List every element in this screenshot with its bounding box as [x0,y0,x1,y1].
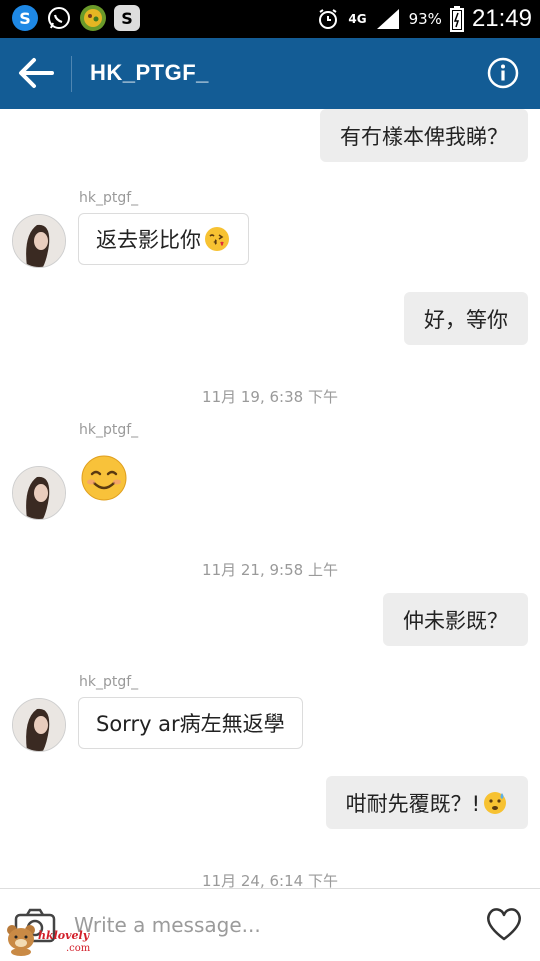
game-app-icon [80,5,106,31]
header-divider [71,56,72,92]
bear-mascot-icon [7,925,35,956]
kissing-heart-emoji [205,227,229,251]
status-indicators: 4G 93% 21:49 [316,2,532,36]
s-app-icon: S [114,5,140,31]
message-text: 咁耐先覆既？! [345,791,480,816]
notification-icons: S S [12,5,140,31]
message-text: 返去影比你 [96,228,201,252]
watermark-logo: hklovely .com [4,920,96,960]
skype-icon: S [12,5,38,31]
message-composer: hklovely .com [0,888,540,961]
sender-name: hk_ptgf_ [79,190,139,206]
smiling-face-emoji[interactable] [80,454,128,502]
outgoing-message[interactable]: 仲未影既？ [383,593,528,646]
message-text: 仲未影既？ [403,608,508,633]
whatsapp-icon [46,5,72,31]
avatar[interactable] [12,466,66,520]
network-type: 4G [348,12,367,26]
watermark-suffix: .com [66,943,91,954]
message-input[interactable] [72,909,456,941]
battery-percentage: 93% [408,10,442,28]
timestamp: 11月 21, 9:58 上午 [202,561,338,579]
timestamp: 11月 24, 6:14 下午 [202,872,338,888]
sender-name: hk_ptgf_ [79,674,139,690]
avatar[interactable] [12,214,66,268]
message-text: 有冇樣本俾我睇？ [340,124,508,149]
watermark-text: hklovely [38,929,90,942]
back-arrow-icon[interactable] [16,56,56,90]
avatar[interactable] [12,698,66,752]
timestamp: 11月 19, 6:38 下午 [202,388,338,406]
signal-icon [376,9,399,29]
chat-header: HK_PTGF_ [0,38,540,109]
outgoing-message[interactable]: 有冇樣本俾我睇？ [320,109,528,162]
status-bar: S S 4G 93% 21:49 [0,0,540,38]
clock: 21:49 [471,5,532,32]
alarm-icon [319,9,338,29]
anxious-sweat-emoji [484,791,506,814]
message-list[interactable]: 有冇樣本俾我睇？ hk_ptgf_ 返去影比你 好，等你 11月 19, 6:3… [0,109,540,888]
outgoing-message[interactable]: 咁耐先覆既？! [325,776,528,829]
message-text: 好，等你 [424,307,508,332]
battery-icon [449,6,464,32]
message-text: Sorry ar病左無返學 [96,712,285,736]
sender-name: hk_ptgf_ [79,422,139,438]
info-icon[interactable] [487,57,519,89]
heart-icon[interactable] [484,905,524,943]
chat-title[interactable]: HK_PTGF_ [90,60,209,86]
outgoing-message[interactable]: 好，等你 [404,292,528,345]
incoming-message[interactable]: Sorry ar病左無返學 [78,697,303,749]
incoming-message[interactable]: 返去影比你 [78,213,249,265]
